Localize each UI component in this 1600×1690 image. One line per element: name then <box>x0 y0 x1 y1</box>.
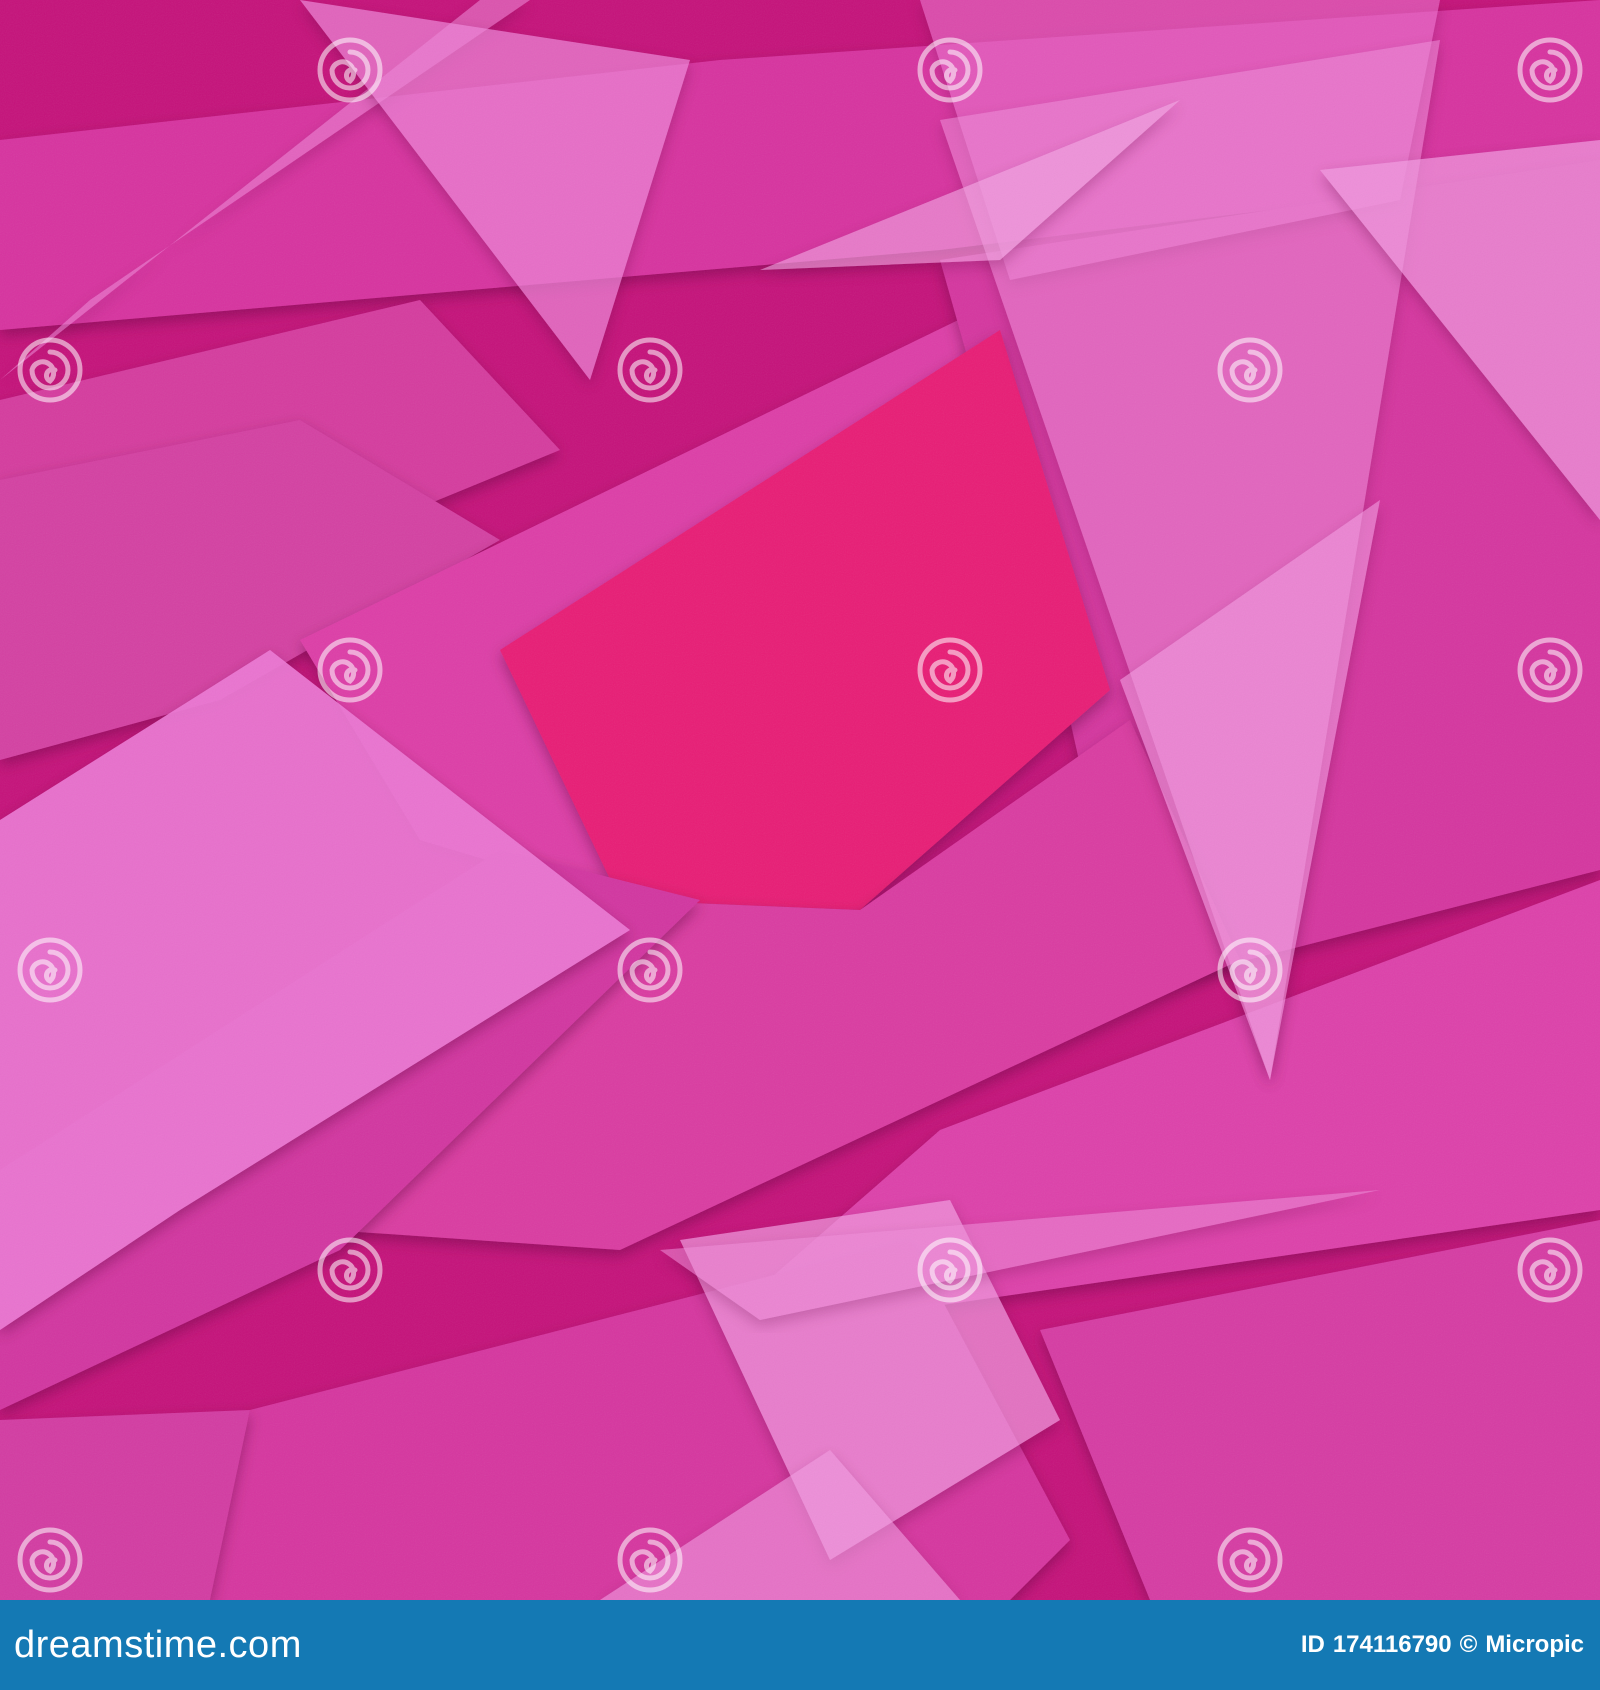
id-value: 174116790 <box>1332 1631 1452 1658</box>
image-info-footer: dreamstime.com ID 174116790 © Micropic <box>0 1600 1600 1690</box>
id-label: ID <box>1300 1631 1325 1658</box>
copyright-symbol: © <box>1459 1631 1478 1658</box>
abstract-geometric-artwork <box>0 0 1600 1600</box>
site-brand: dreamstime.com <box>14 1624 302 1666</box>
grain-texture <box>0 0 1600 1600</box>
stock-image-page: dreamstime.com ID 174116790 © Micropic <box>0 0 1600 1690</box>
author-name: Micropic <box>1485 1631 1584 1658</box>
image-credit: ID 174116790 © Micropic <box>1293 1610 1584 1680</box>
